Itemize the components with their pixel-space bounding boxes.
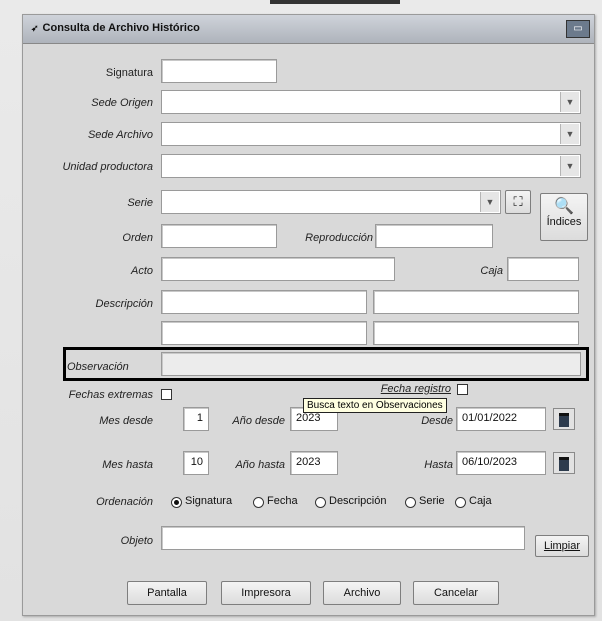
title-bar: ➶ Consulta de Archivo Histórico ▭ bbox=[23, 15, 594, 44]
desde-date-input[interactable]: 01/01/2022 bbox=[456, 407, 546, 431]
ordenacion-label-serie: Serie bbox=[419, 495, 445, 507]
anio-desde-label: Año desde bbox=[232, 415, 285, 427]
ordenacion-radio-descripcion[interactable] bbox=[315, 497, 326, 508]
limpiar-label: Limpiar bbox=[543, 540, 581, 552]
ordenacion-label-descripcion: Descripción bbox=[329, 495, 387, 507]
binoculars-button[interactable]: ⛶ bbox=[505, 190, 531, 214]
ordenacion-label-signatura: Signatura bbox=[185, 495, 233, 507]
descripcion-label: Descripción bbox=[95, 298, 153, 310]
chevron-down-icon[interactable]: ▼ bbox=[560, 92, 579, 112]
signatura-input[interactable] bbox=[161, 59, 277, 83]
caja-input[interactable] bbox=[507, 257, 579, 281]
orden-label: Orden bbox=[122, 232, 153, 244]
ordenacion-radio-serie[interactable] bbox=[405, 497, 416, 508]
anio-hasta-label: Año hasta bbox=[235, 459, 285, 471]
sede-origen-label: Sede Origen bbox=[91, 97, 153, 109]
objeto-label: Objeto bbox=[120, 535, 153, 547]
ordenacion-label: Ordenación bbox=[96, 496, 153, 508]
window-title-text: Consulta de Archivo Histórico bbox=[42, 22, 200, 34]
ordenacion-radio-fecha[interactable] bbox=[253, 497, 264, 508]
acto-input[interactable] bbox=[161, 257, 395, 281]
pantalla-button[interactable]: Pantalla bbox=[127, 581, 207, 605]
close-button[interactable]: ▭ bbox=[566, 20, 590, 38]
mes-desde-label: Mes desde bbox=[99, 415, 153, 427]
orden-input[interactable] bbox=[161, 224, 277, 248]
unidad-productora-label: Unidad productora bbox=[62, 161, 153, 173]
chevron-down-icon[interactable]: ▼ bbox=[560, 156, 579, 176]
sede-origen-select[interactable]: ▼ bbox=[161, 90, 581, 114]
ordenacion-radio-signatura[interactable] bbox=[171, 497, 182, 508]
indices-button[interactable]: 🔍 Índices bbox=[540, 193, 588, 241]
observacion-label: Observación bbox=[67, 361, 129, 373]
calendar-icon[interactable] bbox=[553, 408, 575, 430]
archivo-button[interactable]: Archivo bbox=[323, 581, 401, 605]
mes-desde-input[interactable]: 1 bbox=[183, 407, 209, 431]
pantalla-label: Pantalla bbox=[147, 587, 187, 599]
fechas-extremas-label: Fechas extremas bbox=[68, 389, 153, 401]
cancelar-button[interactable]: Cancelar bbox=[413, 581, 499, 605]
unidad-productora-select[interactable]: ▼ bbox=[161, 154, 581, 178]
top-edge bbox=[270, 0, 400, 4]
sede-archivo-select[interactable]: ▼ bbox=[161, 122, 581, 146]
impresora-label: Impresora bbox=[241, 587, 291, 599]
limpiar-button[interactable]: Limpiar bbox=[535, 535, 589, 557]
hasta-date-input[interactable]: 06/10/2023 bbox=[456, 451, 546, 475]
signatura-label: Signatura bbox=[105, 67, 153, 79]
observacion-tooltip: Busca texto en Observaciones bbox=[303, 398, 447, 413]
anio-hasta-input[interactable]: 2023 bbox=[290, 451, 338, 475]
search-doc-icon: 🔍 bbox=[554, 198, 574, 215]
fechas-extremas-checkbox[interactable] bbox=[161, 389, 172, 400]
objeto-input[interactable] bbox=[161, 526, 525, 550]
descripcion-input-3[interactable] bbox=[161, 321, 367, 345]
hasta-label: Hasta bbox=[424, 459, 453, 471]
desde-label: Desde bbox=[421, 415, 453, 427]
impresora-button[interactable]: Impresora bbox=[221, 581, 311, 605]
descripcion-input-4[interactable] bbox=[373, 321, 579, 345]
cancelar-label: Cancelar bbox=[433, 587, 479, 599]
mes-hasta-input[interactable]: 10 bbox=[183, 451, 209, 475]
serie-select[interactable]: ▼ bbox=[161, 190, 501, 214]
sede-archivo-label: Sede Archivo bbox=[87, 129, 153, 141]
fecha-registro-label: Fecha registro bbox=[380, 383, 451, 395]
ordenacion-label-caja: Caja bbox=[469, 495, 492, 507]
title-arrow-icon: ➶ bbox=[31, 23, 39, 33]
caja-label: Caja bbox=[480, 265, 503, 277]
serie-label: Serie bbox=[127, 197, 153, 209]
ordenacion-label-fecha: Fecha bbox=[267, 495, 298, 507]
ordenacion-radio-caja[interactable] bbox=[455, 497, 466, 508]
archivo-label: Archivo bbox=[343, 587, 381, 599]
descripcion-input-2[interactable] bbox=[373, 290, 579, 314]
observacion-input[interactable] bbox=[161, 352, 581, 376]
mes-hasta-label: Mes hasta bbox=[102, 459, 153, 471]
dialog-window: ➶ Consulta de Archivo Histórico ▭ Signatu… bbox=[22, 14, 595, 616]
descripcion-input-1[interactable] bbox=[161, 290, 367, 314]
fecha-registro-checkbox[interactable] bbox=[457, 384, 468, 395]
acto-label: Acto bbox=[130, 265, 153, 277]
calendar-icon[interactable] bbox=[553, 452, 575, 474]
binoculars-icon: ⛶ bbox=[513, 194, 523, 209]
reproduccion-label: Reproducción bbox=[305, 232, 373, 244]
chevron-down-icon[interactable]: ▼ bbox=[480, 192, 499, 212]
window-title: ➶ Consulta de Archivo Histórico bbox=[31, 22, 200, 34]
reproduccion-input[interactable] bbox=[375, 224, 493, 248]
indices-label: Índices bbox=[546, 216, 582, 228]
chevron-down-icon[interactable]: ▼ bbox=[560, 124, 579, 144]
